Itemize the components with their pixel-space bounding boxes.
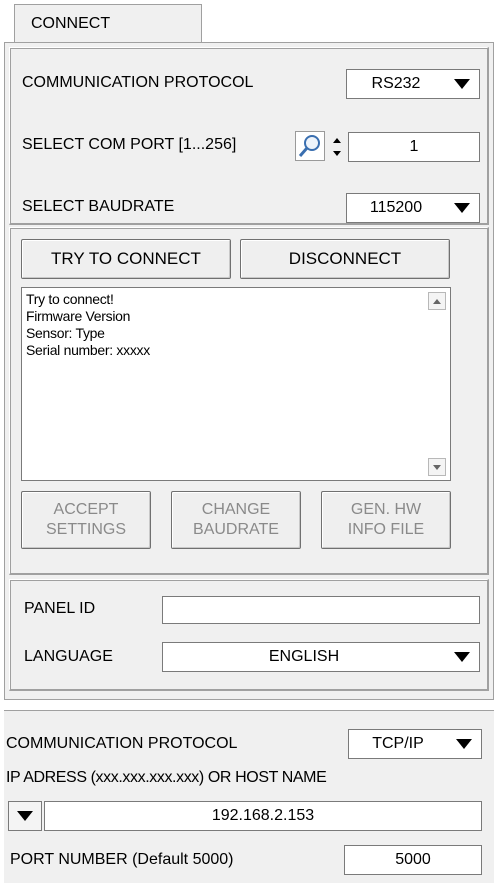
com-port-stepper[interactable] — [330, 134, 344, 160]
tcp-protocol-select[interactable]: TCP/IP — [348, 729, 482, 759]
disconnect-label: DISCONNECT — [288, 249, 402, 268]
gen-hw-info-label-1: GEN. HW — [350, 501, 422, 518]
com-port-label: SELECT COM PORT [1...256] — [22, 136, 237, 153]
chevron-down-icon[interactable] — [448, 197, 476, 219]
panel-id-label: PANEL ID — [24, 600, 96, 617]
ip-address-input[interactable]: 192.168.2.153 — [44, 801, 482, 831]
baudrate-select[interactable]: 115200 — [346, 193, 480, 223]
try-to-connect-label: TRY TO CONNECT — [51, 249, 201, 268]
change-baudrate-button[interactable]: CHANGE BAUDRATE — [171, 491, 301, 549]
chevron-down-icon[interactable] — [448, 646, 476, 668]
stepper-up-icon[interactable] — [330, 134, 344, 147]
connection-group: TRY TO CONNECT DISCONNECT Try to connect… — [9, 227, 489, 575]
log-line: Try to connect! — [26, 291, 114, 307]
chevron-down-icon[interactable] — [448, 73, 476, 95]
accept-settings-label-1: ACCEPT — [53, 501, 119, 518]
tcp-settings-panel: COMMUNICATION PROTOCOL TCP/IP IP ADRESS … — [4, 710, 494, 883]
scroll-up-icon[interactable] — [428, 292, 446, 310]
communication-group: COMMUNICATION PROTOCOL RS232 SELECT COM … — [9, 47, 489, 225]
tcp-protocol-value: TCP/IP — [372, 735, 424, 752]
tab-connect-label: CONNECT — [31, 15, 111, 32]
baudrate-label: SELECT BAUDRATE — [22, 198, 175, 215]
ip-address-value: 192.168.2.153 — [211, 807, 315, 824]
chevron-down-icon[interactable] — [450, 733, 478, 755]
port-number-value: 5000 — [395, 851, 431, 868]
log-line: Sensor: Type — [26, 325, 105, 341]
accept-settings-label-2: SETTINGS — [45, 521, 126, 538]
tcp-protocol-label: COMMUNICATION PROTOCOL — [6, 735, 238, 752]
panel-id-input[interactable] — [162, 596, 480, 624]
connection-log[interactable]: Try to connect! Firmware Version Sensor:… — [21, 287, 451, 481]
language-label: LANGUAGE — [24, 648, 113, 665]
com-port-input[interactable]: 1 — [348, 132, 480, 162]
language-value: ENGLISH — [268, 648, 340, 665]
scroll-down-icon[interactable] — [428, 458, 446, 476]
gen-hw-info-label-2: INFO FILE — [347, 521, 425, 538]
log-line: Firmware Version — [26, 308, 131, 324]
panel-settings-group: PANEL ID LANGUAGE ENGLISH — [9, 579, 489, 691]
baudrate-value: 115200 — [369, 199, 423, 216]
com-port-value: 1 — [409, 138, 419, 155]
connect-panel: COMMUNICATION PROTOCOL RS232 SELECT COM … — [4, 42, 494, 700]
tab-connect[interactable]: CONNECT — [14, 4, 202, 44]
log-line: Serial number: xxxxx — [26, 342, 150, 358]
chevron-down-icon — [17, 811, 33, 821]
protocol-value: RS232 — [371, 75, 421, 92]
ip-history-dropdown[interactable] — [8, 801, 42, 831]
language-select[interactable]: ENGLISH — [162, 642, 480, 672]
search-icon[interactable] — [295, 131, 325, 161]
port-number-input[interactable]: 5000 — [344, 845, 482, 875]
change-baudrate-label-1: CHANGE — [201, 501, 271, 518]
protocol-select[interactable]: RS232 — [346, 69, 480, 99]
change-baudrate-label-2: BAUDRATE — [193, 521, 279, 538]
protocol-label: COMMUNICATION PROTOCOL — [22, 74, 254, 91]
gen-hw-info-file-button[interactable]: GEN. HW INFO FILE — [321, 491, 451, 549]
try-to-connect-button[interactable]: TRY TO CONNECT — [21, 239, 231, 279]
stepper-down-icon[interactable] — [330, 147, 344, 160]
disconnect-button[interactable]: DISCONNECT — [240, 239, 450, 279]
ip-address-label: IP ADRESS (xxx.xxx.xxx.xxx) OR HOST NAME — [6, 769, 327, 786]
port-number-label: PORT NUMBER (Default 5000) — [10, 851, 234, 868]
accept-settings-button[interactable]: ACCEPT SETTINGS — [21, 491, 151, 549]
